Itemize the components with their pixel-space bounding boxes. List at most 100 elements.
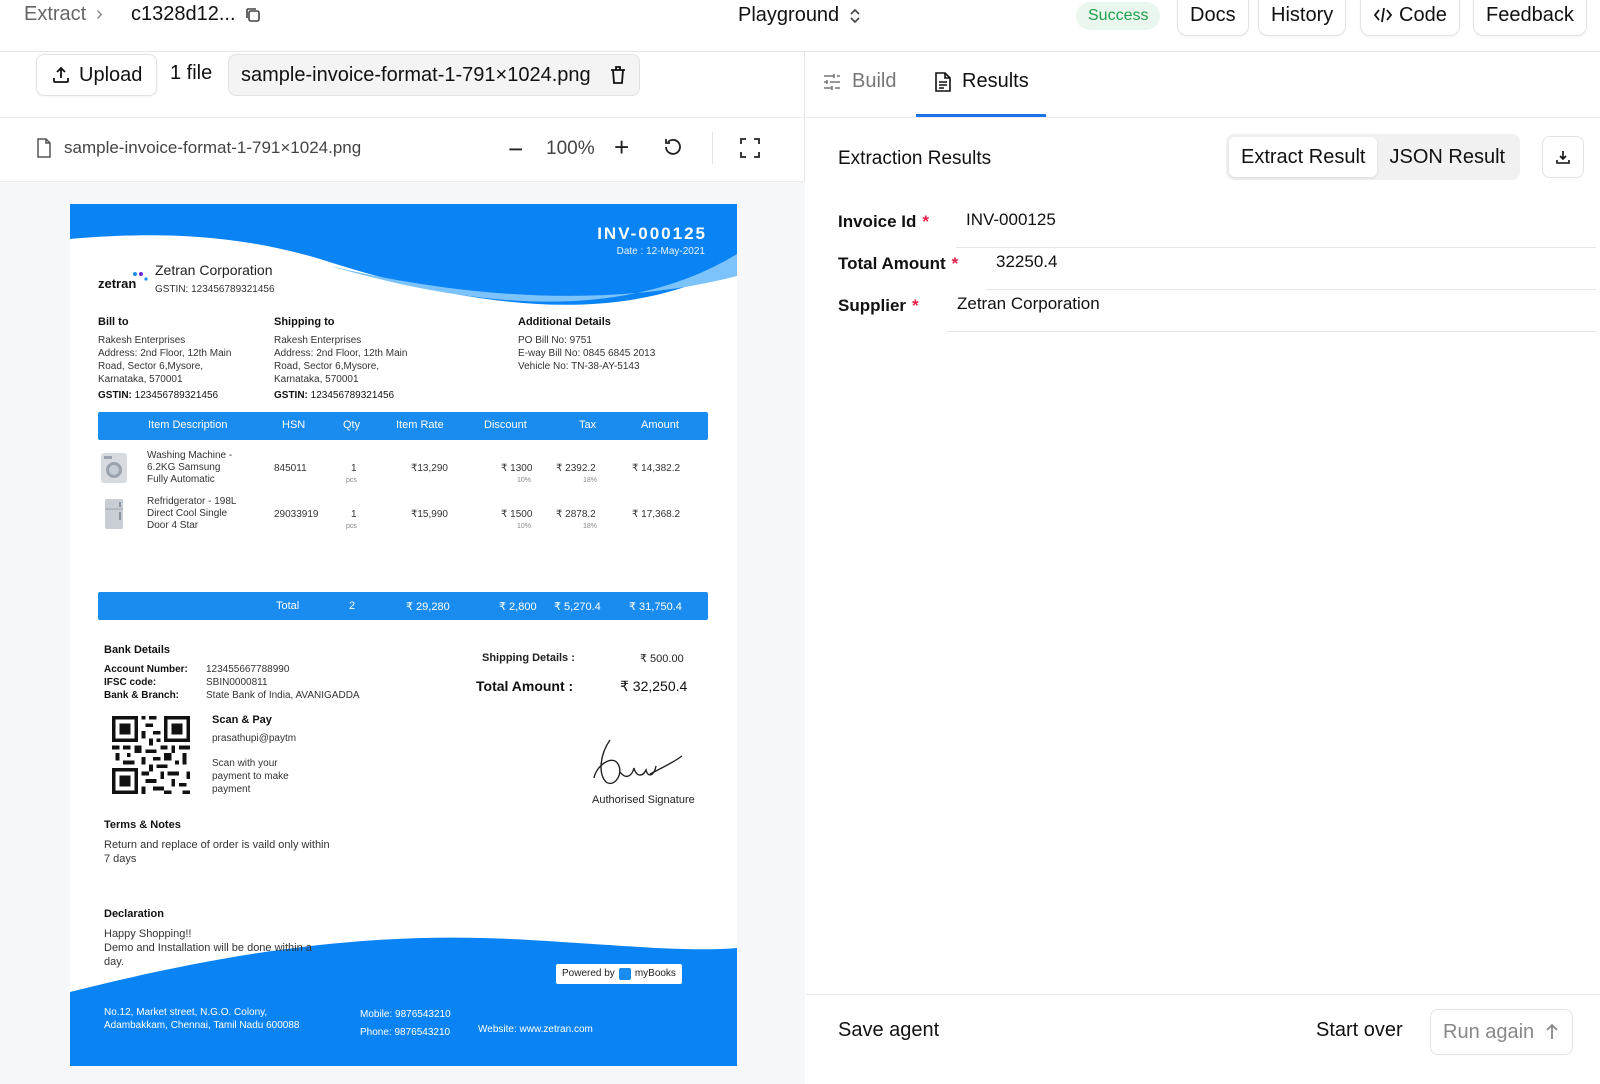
run-again-label: Run again: [1443, 1021, 1535, 1043]
zoom-out-button[interactable]: −: [508, 134, 523, 165]
item-hsn: 845011: [274, 463, 307, 474]
history-label: History: [1271, 4, 1334, 26]
mode-selector[interactable]: Playground: [738, 4, 861, 27]
history-button[interactable]: History: [1258, 0, 1347, 36]
docs-button[interactable]: Docs: [1177, 0, 1249, 36]
ship-to-name: Rakesh Enterprises: [274, 335, 362, 346]
bill-to-heading: Bill to: [98, 316, 129, 328]
terms-heading: Terms & Notes: [104, 819, 181, 831]
item-hsn: 29033919: [274, 509, 319, 520]
bank-acc: 123455667788990: [206, 664, 290, 675]
terms-notes: Terms & Notes Return and replace of orde…: [104, 818, 334, 866]
start-over-button[interactable]: Start over: [1316, 1019, 1403, 1042]
field-label-text: Total Amount: [838, 254, 946, 273]
active-tab-indicator: [916, 114, 1046, 117]
scan-upi: prasathupi@paytm: [212, 733, 297, 744]
upload-button[interactable]: Upload: [36, 54, 158, 96]
footer-address-line: Adambakkam, Chennai, Tamil Nadu 600088: [104, 1020, 300, 1031]
item-desc-line: Direct Cool Single: [147, 508, 228, 519]
tab-build-label: Build: [852, 70, 897, 92]
code-button[interactable]: Code: [1360, 0, 1460, 36]
bill-to-address1: Address: 2nd Floor, 12th Main: [98, 348, 232, 359]
items-table-total: Total 2 ₹ 29,280 ₹ 2,800 ₹ 5,270.4 ₹ 31,…: [98, 592, 708, 620]
additional-heading: Additional Details: [518, 316, 611, 328]
col-discount: Discount: [484, 419, 527, 431]
mybooks-logo-icon: [618, 968, 631, 980]
feedback-button[interactable]: Feedback: [1473, 0, 1587, 36]
field-value-supplier[interactable]: Zetran Corporation: [947, 290, 1596, 332]
footer-phone: Phone: 9876543210: [360, 1027, 451, 1038]
total-amount-row: ₹ 31,750.4: [629, 601, 682, 613]
field-label-invoice-id: Invoice Id *: [838, 212, 929, 232]
required-marker: *: [922, 212, 930, 231]
footer-address-line: No.12, Market street, N.G.O. Colony,: [104, 1007, 268, 1018]
document-icon: [935, 71, 951, 92]
sliders-icon: [824, 73, 840, 90]
ship-to: Shipping to Rakesh Enterprises Address: …: [274, 316, 407, 402]
status-badge: Success: [1076, 2, 1161, 30]
refrigerator-icon: [105, 499, 123, 529]
powered-by-badge: Powered by myBooks: [556, 964, 682, 984]
declaration-heading: Declaration: [104, 908, 164, 920]
result-view-toggle: Extract Result JSON Result: [1226, 134, 1521, 180]
col-item-rate: Item Rate: [396, 419, 444, 431]
download-button[interactable]: [1542, 136, 1584, 178]
bill-to-gstin: GSTIN: 123456789321456: [98, 389, 231, 402]
required-marker: *: [912, 296, 919, 315]
col-amount: Amount: [641, 419, 679, 431]
item-desc-line: Washing Machine -: [147, 450, 233, 461]
field-label-text: Supplier: [838, 296, 907, 315]
chevron-up-down-icon: [850, 8, 860, 23]
panel-tabs: Build Results: [806, 52, 1600, 118]
copy-icon[interactable]: [244, 6, 262, 24]
code-label: Code: [1399, 4, 1447, 26]
invoice-header-wave: [70, 204, 737, 305]
company-gstin: GSTIN: 123456789321456: [155, 284, 275, 295]
additional-details: Additional Details PO Bill No: 9751 E-wa…: [518, 316, 655, 373]
item-discount-pct: 10%: [517, 477, 532, 484]
file-chip-name: sample-invoice-format-1-791×1024.png: [241, 64, 591, 86]
bank-heading: Bank Details: [104, 644, 171, 656]
viewer-file: sample-invoice-format-1-791×1024.png: [36, 138, 361, 158]
field-label-text: Invoice Id: [838, 212, 917, 231]
document-pane: Upload 1 file sample-invoice-format-1-79…: [0, 52, 805, 1084]
upload-row: Upload 1 file sample-invoice-format-1-79…: [0, 52, 805, 118]
item-tax: ₹ 2878.2: [556, 509, 596, 520]
upload-icon: [53, 66, 69, 83]
tab-build[interactable]: Build: [822, 70, 896, 93]
invoice-date: Date : 12-May-2021: [616, 246, 705, 257]
bank-ifsc-label: IFSC code:: [104, 677, 157, 688]
field-value-total-amount[interactable]: 32250.4: [986, 248, 1596, 290]
washing-machine-icon: [101, 453, 127, 483]
tab-results[interactable]: Results: [934, 70, 1029, 93]
save-agent-button[interactable]: Save agent: [838, 1019, 939, 1042]
extract-result-toggle[interactable]: Extract Result: [1229, 137, 1378, 177]
field-value-invoice-id[interactable]: INV-000125: [956, 206, 1596, 248]
bank-branch: State Bank of India, AVANIGADDA: [206, 690, 360, 701]
company-logo: zetran: [98, 276, 137, 291]
bank-acc-label: Account Number:: [104, 664, 188, 675]
run-again-button[interactable]: Run again: [1430, 1009, 1574, 1055]
download-icon: [1556, 151, 1570, 164]
breadcrumb-chevron-icon: ›: [96, 3, 103, 25]
item-qty: 1: [351, 509, 357, 520]
scan-line: payment: [212, 784, 251, 795]
shipping-label: Shipping Details :: [482, 652, 575, 664]
total-tax: ₹ 5,270.4: [554, 601, 601, 613]
toolbar-divider: [712, 132, 713, 164]
rotate-icon[interactable]: [662, 136, 684, 158]
viewer-file-name: sample-invoice-format-1-791×1024.png: [64, 138, 362, 157]
scan-and-pay: Scan & Pay prasathupi@paytm Scan with yo…: [212, 714, 296, 796]
fullscreen-icon[interactable]: [740, 138, 760, 158]
document-canvas[interactable]: INV-000125 Date : 12-May-2021 zetran Zet…: [0, 182, 805, 1084]
invoice-number: INV-000125: [597, 224, 707, 243]
zoom-in-button[interactable]: +: [614, 132, 629, 163]
scan-heading: Scan & Pay: [212, 714, 272, 726]
invoice-total-label: Total Amount :: [476, 678, 574, 694]
file-chip[interactable]: sample-invoice-format-1-791×1024.png: [228, 54, 640, 96]
trash-icon[interactable]: [609, 65, 627, 85]
json-result-toggle[interactable]: JSON Result: [1377, 137, 1517, 177]
bill-to-address2: Road, Sector 6,Mysore,: [98, 361, 204, 372]
breadcrumb-extract[interactable]: Extract: [24, 3, 86, 26]
ship-to-gstin-value: 123456789321456: [307, 390, 395, 401]
